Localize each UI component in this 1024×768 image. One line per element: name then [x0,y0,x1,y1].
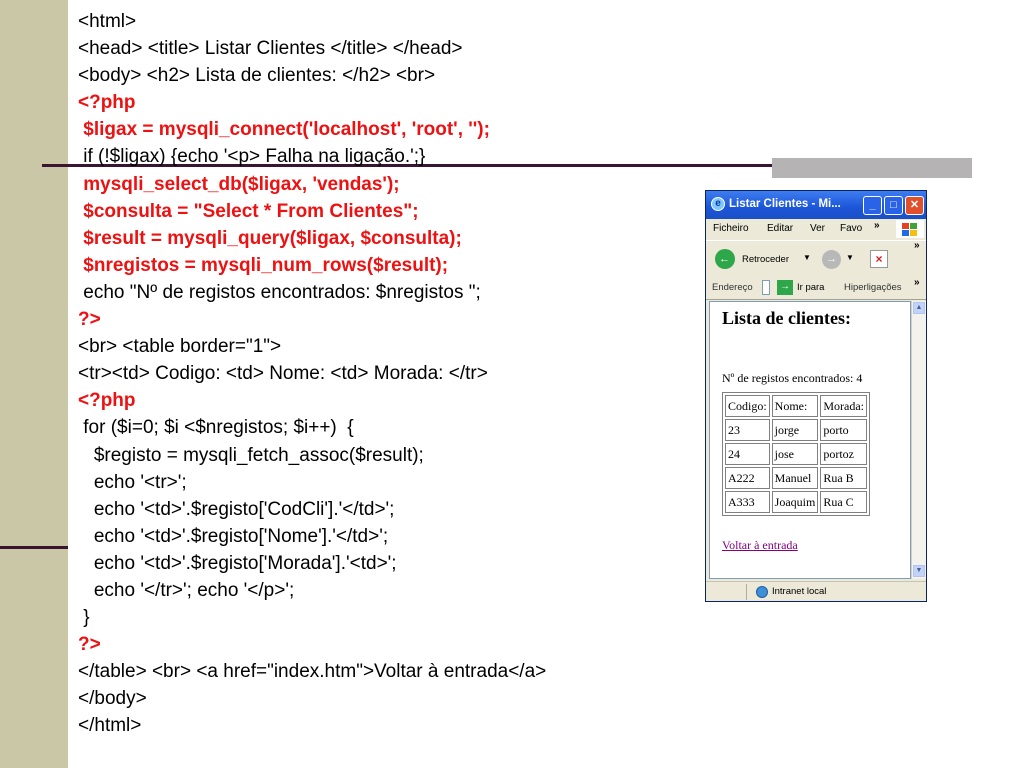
scroll-down-icon[interactable]: ▼ [913,565,925,577]
address-bar: Endereço → Ir para Hiperligações » [706,277,926,300]
code-line: ?> [78,309,101,331]
table-row: A222 Manuel Rua B [725,467,867,489]
code-line: <?php [78,92,136,114]
back-arrow-icon[interactable]: ← [715,249,735,269]
table-row: 24 jose portoz [725,443,867,465]
code-line: echo '<td>'.$registo['Morada'].'<td>'; [78,552,397,574]
code-line: } [78,607,90,629]
code-line: $registo = mysqli_fetch_assoc($result); [78,444,424,466]
toolbar-more-chevron[interactable]: » [914,240,920,251]
intranet-globe-icon [756,586,768,598]
menu-item-editar[interactable]: Editar [767,223,793,234]
go-arrow-icon[interactable]: → [777,280,793,295]
browser-window: e Listar Clientes - Mi... _ □ ✕ Ficheiro… [705,190,927,602]
ie-logo-icon: e [711,197,725,211]
menu-item-ficheiro[interactable]: Ficheiro [713,223,749,234]
record-count-text: Nº de registos encontrados: 4 [722,371,863,385]
links-more-chevron[interactable]: » [914,277,920,288]
code-line: <br> <table border="1"> [78,336,282,358]
stop-icon[interactable]: × [870,250,888,268]
code-line: echo "Nº de registos encontrados: $nregi… [78,281,481,303]
code-line: $result = mysqli_query($ligax, $consulta… [78,227,462,249]
code-line: if (!$ligax) {echo '<p> Falha na ligação… [78,146,426,168]
code-line: for ($i=0; $i <$nregistos; $i++) { [78,417,354,439]
code-line: <tr><td> Codigo: <td> Nome: <td> Morada:… [78,363,488,385]
back-button-label[interactable]: Retroceder [742,254,789,265]
forward-arrow-icon[interactable]: → [822,250,841,269]
cell-morada: Rua C [820,491,867,513]
table-header-row: Codigo: Nome: Morada: [725,395,867,417]
cell-nome: jose [771,443,819,465]
close-button[interactable]: ✕ [905,196,924,215]
forward-dropdown-icon[interactable]: ▼ [846,253,854,262]
maximize-button[interactable]: □ [884,196,903,215]
code-line: echo '<tr>'; [78,471,187,493]
cell-codigo: 23 [725,419,770,441]
code-line: </table> <br> <a href="index.htm">Voltar… [78,661,547,683]
code-line: ?> [78,634,101,656]
cell-morada: Rua B [820,467,867,489]
cell-nome: Manuel [771,467,819,489]
code-line: $consulta = "Select * From Clientes"; [78,200,419,222]
standard-toolbar: ← Retroceder ▼ → ▼ × » [706,240,926,278]
minimize-button[interactable]: _ [863,196,882,215]
scroll-up-icon[interactable]: ▲ [913,302,925,314]
clients-table: Codigo: Nome: Morada: 23 jorge porto 24 … [722,392,870,516]
code-line: <?php [78,390,136,412]
page-heading: Lista de clientes: [722,308,851,328]
code-line: $ligax = mysqli_connect('localhost', 'ro… [78,119,490,141]
code-listing: <html> <head> <title> Listar Clientes </t… [78,8,546,740]
header-nome: Nome: [771,395,819,417]
back-dropdown-icon[interactable]: ▼ [803,253,811,262]
code-line: echo '<td>'.$registo['Nome'].'</td>'; [78,525,389,547]
address-label: Endereço [712,282,753,293]
window-title: Listar Clientes - Mi... [729,198,841,210]
code-line: <html> [78,11,137,32]
cell-nome: jorge [771,419,819,441]
cell-nome: Joaquim [771,491,819,513]
top-gray-block [772,158,972,178]
address-input[interactable] [762,280,770,295]
links-label[interactable]: Hiperligações [844,282,902,293]
cell-codigo: 24 [725,443,770,465]
code-line: <body> <h2> Lista de clientes: </h2> <br… [78,65,436,87]
header-codigo: Codigo: [725,395,770,417]
table-row: 23 jorge porto [725,419,867,441]
table-row: A333 Joaquim Rua C [725,491,867,513]
status-zone-text: Intranet local [772,586,827,597]
cell-codigo: A222 [725,467,770,489]
bottom-divider-line [0,546,68,549]
code-line: echo '</tr>'; echo '</p>'; [78,579,295,601]
code-line: $nregistos = mysqli_num_rows($result); [78,254,449,276]
cell-codigo: A333 [725,491,770,513]
page-content: Lista de clientes: Nº de registos encont… [709,301,911,579]
vertical-scrollbar[interactable]: ▲ ▼ [911,301,926,579]
code-line: mysqli_select_db($ligax, 'vendas'); [78,173,400,195]
code-line: <head> <title> Listar Clientes </title> … [78,38,463,60]
go-button-label[interactable]: Ir para [797,282,824,293]
menu-item-favoritos[interactable]: Favo [840,223,862,234]
menu-more-chevron[interactable]: » [874,220,880,231]
code-line: echo '<td>'.$registo['CodCli'].'</td>'; [78,498,395,520]
code-line: </html> [78,715,142,737]
cell-morada: portoz [820,443,867,465]
menu-bar: Ficheiro Editar Ver Favo » [706,219,926,239]
title-bar[interactable]: e Listar Clientes - Mi... _ □ ✕ [706,191,926,219]
status-bar: Intranet local [706,581,926,601]
cell-morada: porto [820,419,867,441]
windows-flag-icon [896,220,924,238]
header-morada: Morada: [820,395,867,417]
code-line: </body> [78,688,147,710]
menu-item-ver[interactable]: Ver [810,223,825,234]
back-to-home-link[interactable]: Voltar à entrada [722,538,798,553]
left-accent-bar [0,0,68,768]
